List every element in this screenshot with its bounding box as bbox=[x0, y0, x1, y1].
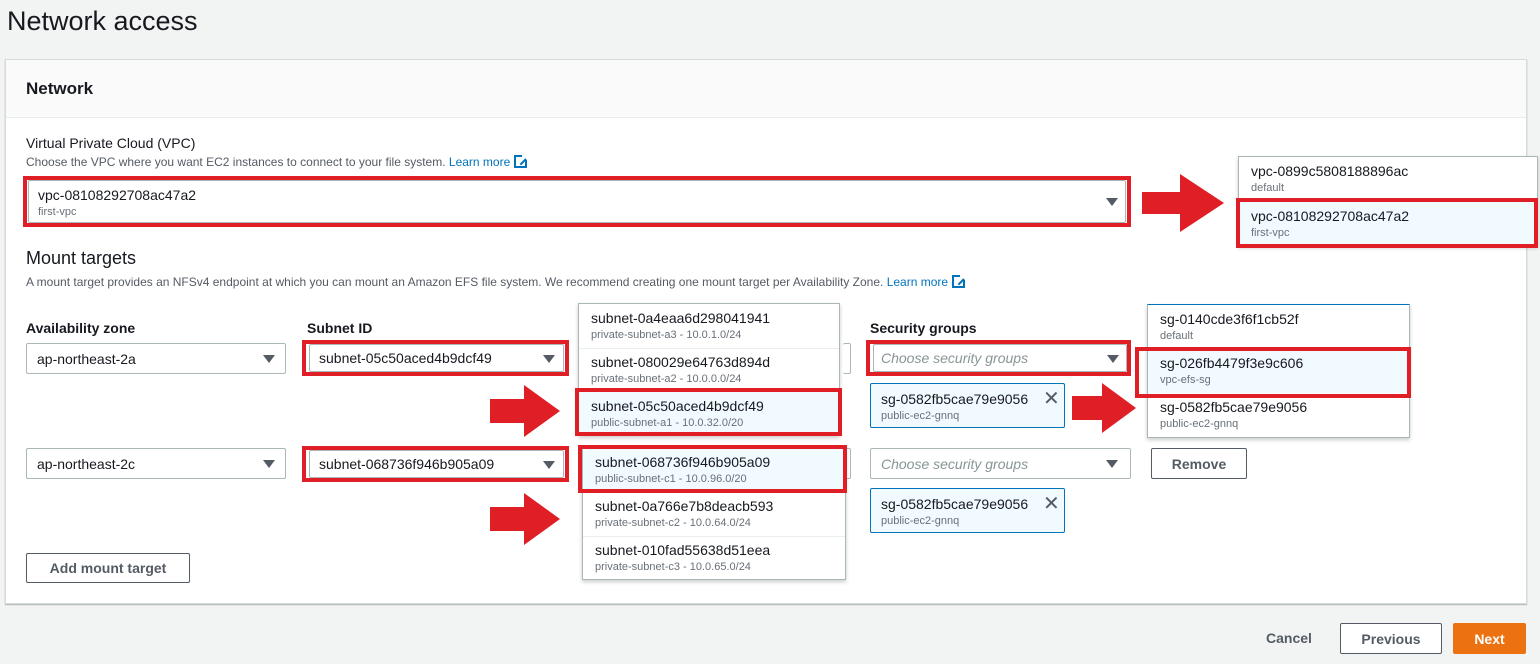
subnet-option[interactable]: subnet-0a4eaa6d298041941 private-subnet-… bbox=[579, 304, 839, 348]
subnet-option-id: subnet-0a4eaa6d298041941 bbox=[591, 310, 771, 326]
az-value: ap-northeast-2a bbox=[37, 351, 136, 367]
panel-header: Network bbox=[6, 60, 1526, 118]
vpc-description: Choose the VPC where you want EC2 instan… bbox=[26, 154, 529, 169]
vpc-option-id: vpc-0899c5808188896ac bbox=[1251, 163, 1409, 179]
previous-button[interactable]: Previous bbox=[1340, 623, 1442, 654]
annotation-arrow-icon bbox=[1072, 383, 1136, 433]
annotation-arrow-icon bbox=[490, 493, 560, 545]
sg-option[interactable]: sg-0140cde3f6f1cb52f default bbox=[1148, 305, 1409, 349]
annotation-arrow-icon bbox=[490, 385, 560, 437]
subnet-option-id: subnet-0a766e7b8deacb593 bbox=[595, 498, 774, 514]
mount-targets-description: A mount target provides an NFSv4 endpoin… bbox=[26, 274, 967, 289]
subnet-option-detail: private-subnet-a3 - 10.0.1.0/24 bbox=[591, 329, 742, 341]
subnet-option-detail: private-subnet-c2 - 10.0.64.0/24 bbox=[595, 517, 751, 529]
subnet-option[interactable]: subnet-010fad55638d51eea private-subnet-… bbox=[583, 536, 845, 580]
sg-placeholder: Choose security groups bbox=[881, 456, 1029, 472]
remove-button[interactable]: Remove bbox=[1151, 448, 1247, 479]
external-link-icon bbox=[952, 274, 967, 288]
col-availability-zone: Availability zone bbox=[26, 320, 136, 336]
az-value: ap-northeast-2c bbox=[37, 456, 136, 472]
annotation-box bbox=[578, 445, 847, 493]
subnet-option-detail: private-subnet-a2 - 10.0.0.0/24 bbox=[591, 373, 742, 385]
sg-token-name: public-ec2-gnnq bbox=[881, 515, 960, 527]
annotation-box bbox=[1236, 198, 1538, 248]
subnet-option-detail: private-subnet-c3 - 10.0.65.0/24 bbox=[595, 561, 751, 573]
annotation-arrow-icon bbox=[1142, 174, 1224, 232]
vpc-label: Virtual Private Cloud (VPC) bbox=[26, 135, 196, 151]
sg-option-id: sg-0140cde3f6f1cb52f bbox=[1160, 311, 1299, 327]
caret-down-icon bbox=[1106, 460, 1118, 468]
annotation-box bbox=[866, 340, 1131, 376]
page-title: Network access bbox=[7, 6, 198, 36]
sg-option[interactable]: sg-0582fb5cae79e9056 public-ec2-gnnq bbox=[1148, 393, 1409, 437]
sg-token: sg-0582fb5cae79e9056 public-ec2-gnnq ✕ bbox=[870, 488, 1065, 533]
cancel-button[interactable]: Cancel bbox=[1266, 630, 1312, 646]
subnet-option-id: subnet-080029e64763d894d bbox=[591, 354, 771, 370]
vpc-description-text: Choose the VPC where you want EC2 instan… bbox=[26, 155, 446, 169]
mount-targets-description-text: A mount target provides an NFSv4 endpoin… bbox=[26, 275, 884, 289]
close-icon[interactable]: ✕ bbox=[1043, 494, 1060, 514]
mount-targets-title: Mount targets bbox=[26, 248, 137, 268]
vpc-option[interactable]: vpc-0899c5808188896ac default bbox=[1239, 157, 1537, 201]
external-link-icon bbox=[514, 154, 529, 168]
annotation-box bbox=[1135, 347, 1411, 398]
col-subnet-id: Subnet ID bbox=[307, 320, 373, 336]
az-select[interactable]: ap-northeast-2a bbox=[26, 343, 286, 374]
security-groups-select[interactable]: Choose security groups bbox=[870, 448, 1131, 479]
next-button[interactable]: Next bbox=[1453, 623, 1526, 654]
sg-option-id: sg-0582fb5cae79e9056 bbox=[1160, 399, 1308, 415]
add-mount-target-button[interactable]: Add mount target bbox=[26, 553, 190, 583]
mount-targets-learn-more-link[interactable]: Learn more bbox=[887, 275, 948, 289]
subnet-option[interactable]: subnet-080029e64763d894d private-subnet-… bbox=[579, 348, 839, 392]
annotation-box bbox=[302, 340, 569, 376]
sg-token-id: sg-0582fb5cae79e9056 bbox=[881, 391, 1029, 407]
subnet-option-id: subnet-010fad55638d51eea bbox=[595, 542, 771, 558]
panel-title: Network bbox=[26, 79, 94, 98]
annotation-box bbox=[23, 176, 1131, 227]
col-security-groups: Security groups bbox=[870, 320, 977, 336]
vpc-option-name: default bbox=[1251, 182, 1285, 194]
annotation-box bbox=[575, 388, 842, 436]
caret-down-icon bbox=[263, 355, 275, 363]
sg-token-name: public-ec2-gnnq bbox=[881, 410, 960, 422]
sg-option-name: public-ec2-gnnq bbox=[1160, 418, 1239, 430]
hidden-select-edge bbox=[843, 343, 851, 374]
close-icon[interactable]: ✕ bbox=[1043, 389, 1060, 409]
sg-token-id: sg-0582fb5cae79e9056 bbox=[881, 496, 1029, 512]
subnet-option[interactable]: subnet-0a766e7b8deacb593 private-subnet-… bbox=[583, 492, 845, 536]
annotation-box bbox=[302, 446, 569, 482]
sg-option-name: default bbox=[1160, 330, 1194, 342]
az-select[interactable]: ap-northeast-2c bbox=[26, 448, 286, 479]
caret-down-icon bbox=[263, 460, 275, 468]
vpc-learn-more-link[interactable]: Learn more bbox=[449, 155, 510, 169]
sg-token: sg-0582fb5cae79e9056 public-ec2-gnnq ✕ bbox=[870, 383, 1065, 428]
